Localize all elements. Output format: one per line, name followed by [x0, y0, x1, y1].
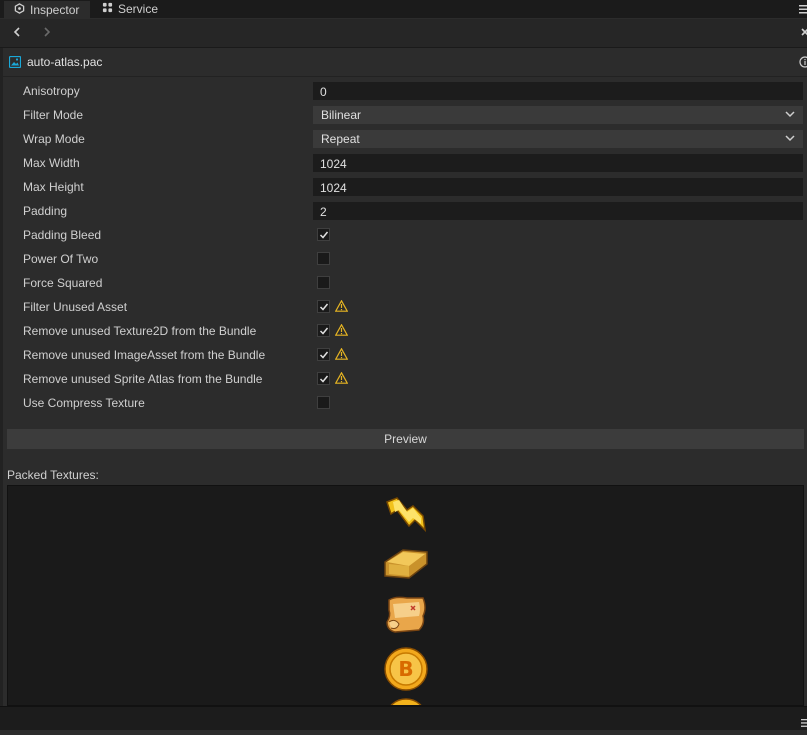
chevron-down-icon — [785, 111, 795, 118]
service-icon — [102, 2, 113, 16]
padding-bleed-checkbox[interactable] — [317, 228, 330, 241]
property-padding: Padding 2 — [0, 199, 807, 223]
property-remove-unused-sprite-atlas: Remove unused Sprite Atlas from the Bund… — [0, 367, 807, 391]
property-label: Filter Mode — [23, 108, 84, 122]
inspector-icon — [14, 2, 25, 17]
tab-inspector[interactable]: Inspector — [4, 0, 90, 18]
property-label: Power Of Two — [23, 252, 99, 266]
property-label: Anisotropy — [23, 84, 80, 98]
panel-menu-icon[interactable] — [799, 717, 807, 727]
tab-label: Inspector — [30, 2, 80, 17]
property-max-height: Max Height 1024 — [0, 175, 807, 199]
property-label: Remove unused Texture2D from the Bundle — [23, 324, 257, 338]
anisotropy-input[interactable]: 0 — [313, 82, 803, 100]
warning-icon[interactable] — [334, 299, 349, 312]
lightning-sprite — [386, 497, 427, 532]
tab-label: Service — [118, 2, 159, 16]
property-filter-unused-asset: Filter Unused Asset — [0, 295, 807, 319]
preview-button[interactable]: Preview — [7, 429, 804, 449]
bottom-strip — [0, 730, 807, 735]
force-squared-checkbox[interactable] — [317, 276, 330, 289]
checkmark-icon — [319, 327, 329, 335]
property-wrap-mode: Wrap Mode Repeat — [0, 127, 807, 151]
checkmark-icon — [319, 231, 329, 239]
chevron-down-icon — [785, 135, 795, 142]
image-asset-icon — [8, 55, 22, 69]
warning-icon[interactable] — [334, 347, 349, 360]
navigation-bar — [0, 19, 807, 48]
max-width-input[interactable]: 1024 — [313, 154, 803, 172]
property-remove-unused-texture2d: Remove unused Texture2D from the Bundle — [0, 319, 807, 343]
coin-sprite — [390, 698, 422, 705]
asset-title: auto-atlas.pac — [27, 55, 103, 69]
gold-bar-sprite — [384, 549, 428, 579]
bitcoin-coin-sprite: B — [384, 647, 428, 691]
bottom-panel-bar — [0, 706, 807, 731]
filter-mode-select[interactable]: Bilinear — [313, 106, 803, 124]
asset-header: auto-atlas.pac — [0, 48, 807, 77]
max-height-input[interactable]: 1024 — [313, 178, 803, 196]
warning-icon[interactable] — [334, 371, 349, 384]
property-remove-unused-imageasset: Remove unused ImageAsset from the Bundle — [0, 343, 807, 367]
chevron-left-icon — [13, 27, 20, 37]
filter-unused-asset-checkbox[interactable] — [317, 300, 330, 313]
property-power-of-two: Power Of Two — [0, 247, 807, 271]
select-value: Repeat — [321, 132, 360, 146]
property-label: Wrap Mode — [23, 132, 85, 146]
property-label: Max Height — [23, 180, 84, 194]
tab-bar: Inspector Service — [0, 0, 807, 18]
tab-service[interactable]: Service — [92, 0, 168, 18]
padding-input[interactable]: 2 — [313, 202, 803, 220]
property-force-squared: Force Squared — [0, 271, 807, 295]
scroll-map-sprite — [386, 596, 426, 633]
select-value: Bilinear — [321, 108, 362, 122]
remove-unused-imageasset-checkbox[interactable] — [317, 348, 330, 361]
chevron-right-icon — [44, 27, 51, 37]
power-of-two-checkbox[interactable] — [317, 252, 330, 265]
panel-menu-icon[interactable] — [797, 2, 807, 16]
property-label: Force Squared — [23, 276, 103, 290]
property-label: Padding Bleed — [23, 228, 102, 242]
checkmark-icon — [319, 303, 329, 311]
remove-unused-texture2d-checkbox[interactable] — [317, 324, 330, 337]
property-label: Remove unused Sprite Atlas from the Bund… — [23, 372, 263, 386]
property-use-compress-texture: Use Compress Texture — [0, 391, 807, 415]
forward-button[interactable] — [40, 25, 54, 39]
property-padding-bleed: Padding Bleed — [0, 223, 807, 247]
svg-text:B: B — [398, 657, 413, 681]
property-label: Filter Unused Asset — [23, 300, 128, 314]
property-filter-mode: Filter Mode Bilinear — [0, 103, 807, 127]
property-anisotropy: Anisotropy 0 — [0, 79, 807, 103]
property-label: Use Compress Texture — [23, 396, 145, 410]
property-max-width: Max Width 1024 — [0, 151, 807, 175]
property-label: Padding — [23, 204, 68, 218]
property-label: Remove unused ImageAsset from the Bundle — [23, 348, 266, 362]
back-button[interactable] — [10, 25, 24, 39]
property-label: Max Width — [23, 156, 80, 170]
remove-unused-sprite-atlas-checkbox[interactable] — [317, 372, 330, 385]
close-icon[interactable] — [799, 26, 807, 40]
packed-textures-preview: B — [7, 485, 804, 706]
checkmark-icon — [319, 375, 329, 383]
packed-textures-label: Packed Textures: — [7, 468, 99, 482]
wrap-mode-select[interactable]: Repeat — [313, 130, 803, 148]
warning-icon[interactable] — [334, 323, 349, 336]
help-icon[interactable] — [799, 56, 807, 68]
checkmark-icon — [319, 351, 329, 359]
use-compress-texture-checkbox[interactable] — [317, 396, 330, 409]
